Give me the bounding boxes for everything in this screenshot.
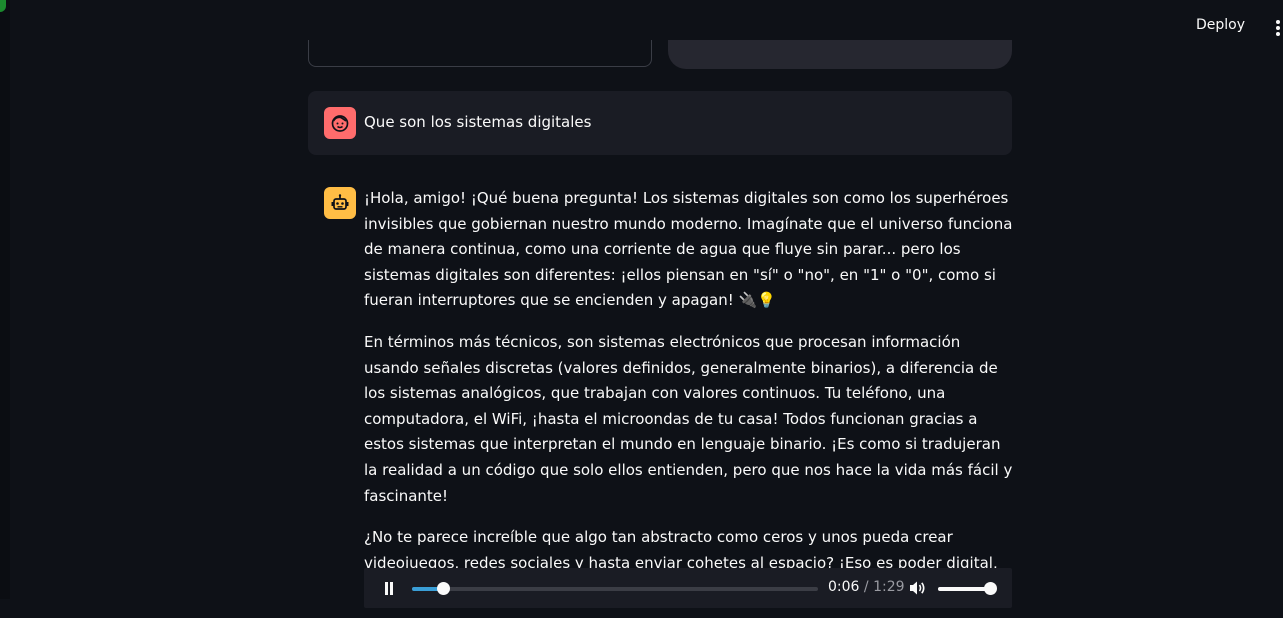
user-face-icon bbox=[324, 107, 356, 139]
volume-icon[interactable] bbox=[909, 580, 927, 596]
select-box[interactable] bbox=[668, 40, 1012, 69]
volume-fill bbox=[938, 587, 990, 591]
progress-thumb[interactable] bbox=[437, 582, 451, 595]
time-display: 0:06 / 1:29 bbox=[828, 579, 905, 595]
deploy-button[interactable]: Deploy bbox=[1196, 17, 1245, 33]
time-separator: / bbox=[863, 579, 869, 595]
assistant-paragraph: En términos más técnicos, son sistemas e… bbox=[364, 332, 1013, 505]
user-message-text: Que son los sistemas digitales bbox=[364, 113, 592, 131]
duration: 1:29 bbox=[873, 579, 905, 595]
volume-thumb[interactable] bbox=[984, 582, 997, 595]
text-input-field[interactable] bbox=[308, 40, 652, 67]
audio-progress-slider[interactable] bbox=[412, 582, 818, 595]
current-time: 0:06 bbox=[828, 579, 860, 595]
volume-slider[interactable] bbox=[938, 582, 997, 595]
chat-message-assistant: ¡Hola, amigo! ¡Qué buena pregunta! Los s… bbox=[364, 186, 1014, 618]
kebab-menu-icon[interactable] bbox=[1275, 20, 1281, 36]
robot-icon bbox=[324, 187, 356, 219]
status-indicator bbox=[0, 0, 6, 12]
audio-player: 0:06 / 1:29 bbox=[364, 568, 1012, 608]
assistant-paragraph: ¡Hola, amigo! ¡Qué buena pregunta! Los s… bbox=[364, 189, 1013, 310]
pause-icon[interactable] bbox=[384, 582, 394, 595]
sidebar-collapsed-strip bbox=[0, 0, 10, 599]
chat-message-user: Que son los sistemas digitales bbox=[308, 91, 1012, 155]
